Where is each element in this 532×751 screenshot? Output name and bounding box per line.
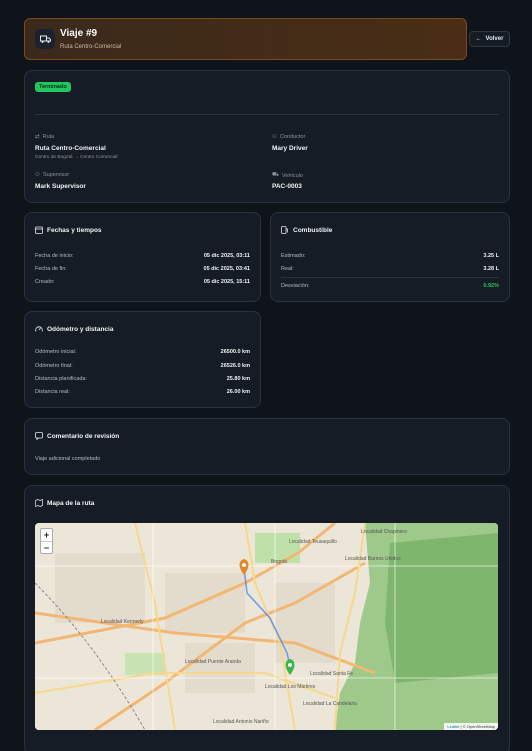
zoom-out-button[interactable]: − — [41, 541, 52, 553]
place-label: Localidad La Candelaria — [303, 701, 357, 707]
driver-value: Mary Driver — [272, 145, 308, 152]
vehicle-label: Vehículo — [281, 172, 304, 179]
place-label: Localidad Santa Fe — [310, 671, 353, 677]
arrow-left-icon: ← — [475, 36, 482, 42]
map-attribution: Leaflet | © OpenStreetMap — [444, 723, 498, 730]
odometer-card: Odómetro y distancia Odómetro inicial: 26… — [24, 311, 261, 408]
comment-icon — [35, 432, 43, 440]
review-text: Viaje adicional completado — [35, 456, 101, 462]
odometer-title: Odómetro y distancia — [47, 325, 114, 333]
driver-label: Conductor — [279, 134, 306, 140]
trip-header: Viaje #9 Ruta Centro-Comercial — [24, 18, 467, 60]
review-title-row: Comentario de revisión — [35, 432, 119, 440]
odometer-title-row: Odómetro y distancia — [35, 325, 113, 333]
map-title: Mapa de la ruta — [47, 499, 95, 507]
back-button-label: Volver — [485, 36, 504, 42]
map-card: Mapa de la ruta Localidad Teusaquillo Lo… — [24, 485, 510, 751]
vehicle-value: PAC-0003 — [272, 183, 302, 190]
page-subtitle: Ruta Centro-Comercial — [60, 44, 122, 50]
fuel-title-row: Combustible — [281, 226, 332, 234]
calendar-icon — [35, 226, 43, 234]
leaflet-link[interactable]: Leaflet — [447, 724, 459, 729]
map-title-row: Mapa de la ruta — [35, 499, 94, 507]
users-icon: ⚇ — [35, 172, 40, 178]
date-row: Fecha de fin: 05 dic 2025, 03:41 — [35, 266, 250, 272]
odometer-row: Odómetro final: 26526.0 km — [35, 363, 250, 369]
map-tiles: Localidad Teusaquillo Localidad Barrios … — [35, 523, 498, 730]
vehicle-label-row: ⛟ Vehículo — [272, 172, 303, 179]
truck-icon: ⛟ — [272, 172, 279, 178]
review-card: Comentario de revisión Viaje adicional c… — [24, 418, 510, 475]
fuel-row: Real: 3.28 L — [281, 266, 499, 272]
route-label-row: ⇄ Ruta — [35, 134, 54, 140]
place-label: Localidad Teusaquillo — [289, 539, 337, 545]
supervisor-label-row: ⚇ Supervisor — [35, 172, 69, 178]
date-row: Creado: 05 dic 2025, 15:11 — [35, 279, 250, 285]
osm-attribution[interactable]: | © OpenStreetMap — [461, 724, 495, 729]
user-icon: ⚇ — [272, 134, 277, 140]
odometer-row: Odómetro inicial: 26500.0 km — [35, 349, 250, 355]
place-label: Localidad Barrios Unidos — [345, 556, 401, 562]
divider — [281, 277, 499, 278]
review-title: Comentario de revisión — [47, 432, 120, 440]
odometer-row: Distancia real: 26.00 km — [35, 389, 250, 395]
place-label: Bogotá — [271, 559, 287, 565]
driver-label-row: ⚇ Conductor — [272, 134, 305, 140]
route-icon: ⇄ — [35, 134, 40, 140]
route-detail: Centro de Bogotá → Centro Comercial — [35, 155, 118, 160]
fuel-card: Combustible Estimado: 3.25 L Real: 3.28 L … — [270, 212, 510, 302]
zoom-in-button[interactable]: + — [41, 529, 52, 541]
fuel-title: Combustible — [293, 226, 333, 234]
page-title: Viaje #9 — [60, 28, 98, 39]
gauge-icon — [35, 326, 43, 332]
truck-icon — [35, 29, 55, 49]
dates-card: Fechas y tiempos Fecha de inicio: 05 dic … — [24, 212, 261, 302]
fuel-row: Desviación: 0.92% — [281, 283, 499, 289]
fuel-row: Estimado: 3.25 L — [281, 253, 499, 259]
dates-title: Fechas y tiempos — [47, 226, 102, 234]
place-label: Localidad Los Mártires — [265, 684, 316, 690]
place-label: Localidad Kennedy — [101, 619, 144, 625]
back-button[interactable]: ← Volver — [469, 31, 510, 47]
summary-card: Terminado ⇄ Ruta Ruta Centro-Comercial C… — [24, 70, 510, 203]
odometer-row: Distancia planificada: 25.80 km — [35, 376, 250, 382]
zoom-control: + − — [40, 528, 53, 554]
status-badge: Terminado — [35, 82, 71, 92]
map-icon — [35, 499, 43, 507]
date-row: Fecha de inicio: 05 dic 2025, 03:11 — [35, 253, 250, 259]
route-map[interactable]: Localidad Teusaquillo Localidad Barrios … — [35, 523, 498, 730]
fuel-icon — [281, 226, 288, 234]
place-label: Localidad Chapinero — [361, 529, 407, 535]
place-label: Localidad Antonio Nariño — [213, 719, 269, 725]
dates-title-row: Fechas y tiempos — [35, 226, 102, 234]
supervisor-label: Supervisor — [42, 172, 70, 178]
route-label: Ruta — [42, 134, 55, 140]
supervisor-value: Mark Supervisor — [35, 183, 86, 190]
place-label: Localidad Puente Aranda — [185, 659, 241, 665]
route-value: Ruta Centro-Comercial — [35, 145, 106, 152]
divider — [35, 114, 499, 115]
